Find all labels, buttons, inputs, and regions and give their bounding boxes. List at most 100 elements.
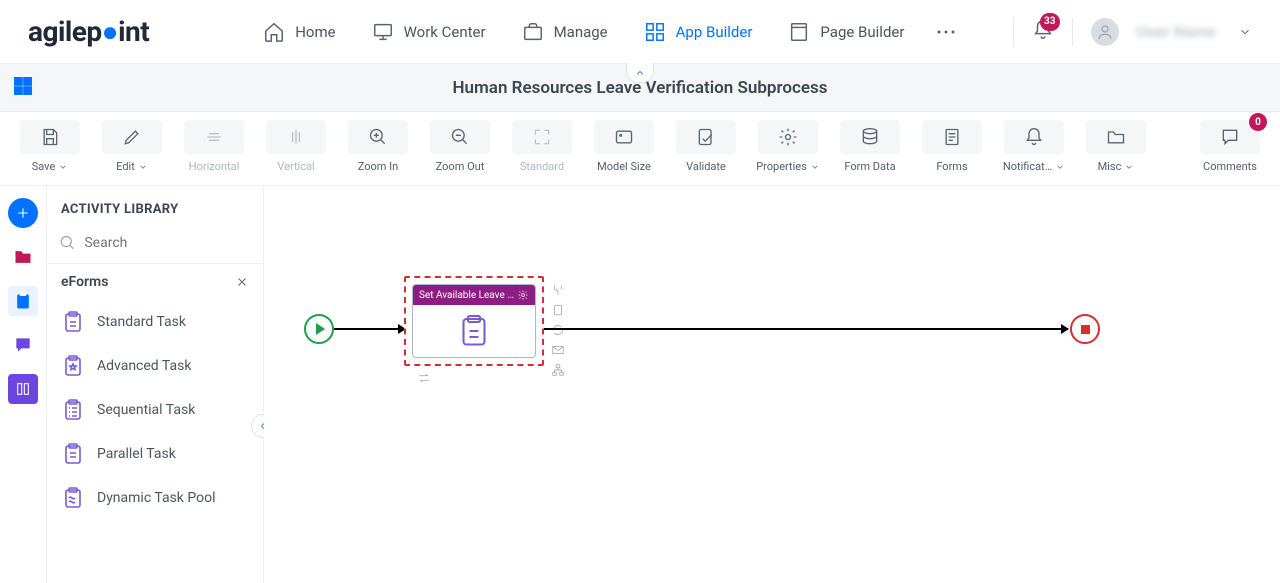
edit-label: Edit: [116, 160, 135, 173]
rail-folder-button[interactable]: [8, 242, 38, 272]
nav-app-builder[interactable]: App Builder: [630, 13, 767, 51]
comments-tool[interactable]: 0 Comments: [1192, 120, 1268, 173]
activity-label: Standard Task: [97, 314, 186, 330]
activity-node-selected[interactable]: Set Available Leave …: [404, 276, 544, 366]
activity-label: Advanced Task: [97, 358, 191, 374]
monitor-icon: [372, 21, 394, 43]
rail-columns-button[interactable]: [8, 374, 38, 404]
horizontal-tool[interactable]: Horizontal: [176, 120, 252, 173]
handle-refresh-icon[interactable]: [550, 322, 566, 338]
chat-fill-icon: [13, 335, 33, 355]
misc-tool[interactable]: Misc: [1078, 120, 1154, 173]
activity-action-handles: [550, 282, 566, 378]
clipboard-icon: [456, 313, 492, 349]
activity-header: Set Available Leave …: [413, 285, 535, 305]
zoom-in-icon: [368, 127, 388, 147]
chevron-down-icon: [138, 162, 148, 172]
page-icon: [788, 21, 810, 43]
add-button[interactable]: [8, 198, 38, 228]
more-icon[interactable]: [934, 20, 958, 44]
notifications-button[interactable]: 33: [1032, 19, 1054, 45]
validate-tool[interactable]: Validate: [668, 120, 744, 173]
user-name: User Name: [1137, 22, 1217, 41]
start-node[interactable]: [304, 314, 334, 344]
primary-nav: Home Work Center Manage App Builder Page…: [249, 13, 958, 51]
zoom-out-tool[interactable]: Zoom Out: [422, 120, 498, 173]
model-size-tool[interactable]: Model Size: [586, 120, 662, 173]
activity-title: Set Available Leave …: [419, 290, 514, 301]
activity-inner: Set Available Leave …: [412, 284, 536, 358]
save-icon: [40, 127, 60, 147]
zoom-out-icon: [450, 127, 470, 147]
database-icon: [860, 127, 880, 147]
person-icon: [1096, 23, 1114, 41]
rail-clipboard-button[interactable]: [8, 286, 38, 316]
activity-parallel-task[interactable]: Parallel Task: [47, 432, 263, 476]
designer-toolbar: Save Edit Horizontal Vertical Zoom In Zo…: [0, 112, 1280, 186]
form-data-tool[interactable]: Form Data: [832, 120, 908, 173]
panel-title: ACTIVITY LIBRARY: [47, 186, 263, 229]
vertical-label: Vertical: [277, 160, 314, 173]
category-row[interactable]: eForms: [47, 264, 263, 300]
forms-tool[interactable]: Forms: [914, 120, 990, 173]
validate-label: Validate: [686, 160, 726, 173]
activity-advanced-task[interactable]: Advanced Task: [47, 344, 263, 388]
chevron-down-icon: [1055, 162, 1065, 172]
zoom-in-tool[interactable]: Zoom In: [340, 120, 416, 173]
topbar-right: 33 User Name: [1013, 18, 1253, 46]
gear-icon[interactable]: [517, 289, 529, 301]
collapse-header-button[interactable]: [626, 63, 654, 83]
standard-tool[interactable]: Standard: [504, 120, 580, 173]
process-canvas[interactable]: Set Available Leave …: [264, 186, 1280, 583]
close-icon[interactable]: [235, 275, 249, 289]
chevron-down-icon[interactable]: [1238, 25, 1252, 39]
clipboard-star-icon: [61, 354, 85, 378]
nav-manage[interactable]: Manage: [508, 13, 622, 51]
misc-label: Misc: [1098, 160, 1122, 173]
end-node[interactable]: [1070, 314, 1100, 344]
chevron-down-icon: [58, 162, 68, 172]
edit-tool[interactable]: Edit: [94, 120, 170, 173]
vertical-tool[interactable]: Vertical: [258, 120, 334, 173]
chevron-down-icon: [1124, 162, 1134, 172]
nav-work-center[interactable]: Work Center: [358, 13, 500, 51]
properties-label: Properties: [756, 160, 807, 173]
apps-icon: [12, 75, 34, 97]
handle-hierarchy-icon[interactable]: [550, 362, 566, 378]
rail-chat-button[interactable]: [8, 330, 38, 360]
briefcase-icon: [522, 21, 544, 43]
flow-diagram: Set Available Leave …: [304, 226, 1240, 386]
activity-standard-task[interactable]: Standard Task: [47, 300, 263, 344]
properties-tool[interactable]: Properties: [750, 120, 826, 173]
comments-badge: 0: [1249, 113, 1267, 131]
clipboard-parallel-icon: [61, 442, 85, 466]
nav-page-builder[interactable]: Page Builder: [774, 13, 918, 51]
handle-branch-icon[interactable]: [550, 282, 566, 298]
connector[interactable]: [334, 328, 405, 330]
user-avatar[interactable]: [1091, 18, 1119, 46]
horizontal-label: Horizontal: [189, 160, 240, 173]
clipboard-list-icon: [61, 398, 85, 422]
activity-dynamic-task-pool[interactable]: Dynamic Task Pool: [47, 476, 263, 520]
activity-library-panel: ACTIVITY LIBRARY eForms Standard Task Ad…: [46, 186, 264, 583]
activity-label: Dynamic Task Pool: [97, 490, 215, 506]
category-label: eForms: [61, 274, 108, 290]
notifications-label: Notificat…: [1003, 160, 1052, 173]
search-input[interactable]: [84, 235, 251, 251]
divider: [1072, 18, 1073, 46]
nav-manage-label: Manage: [554, 23, 608, 41]
notifications-tool[interactable]: Notificat…: [996, 120, 1072, 173]
handle-clipboard-icon[interactable]: [550, 302, 566, 318]
forms-label: Forms: [936, 160, 967, 173]
activity-sequential-task[interactable]: Sequential Task: [47, 388, 263, 432]
save-tool[interactable]: Save: [12, 120, 88, 173]
apps-grid-button[interactable]: [12, 75, 34, 101]
columns-icon: [15, 381, 31, 397]
nav-home[interactable]: Home: [249, 13, 349, 51]
handle-mail-icon[interactable]: [550, 342, 566, 358]
bell-icon: [1024, 127, 1044, 147]
connector[interactable]: [544, 328, 1068, 330]
clipboard-icon: [61, 310, 85, 334]
clipboard-wave-icon: [61, 486, 85, 510]
handle-swap-icon[interactable]: [416, 370, 432, 386]
